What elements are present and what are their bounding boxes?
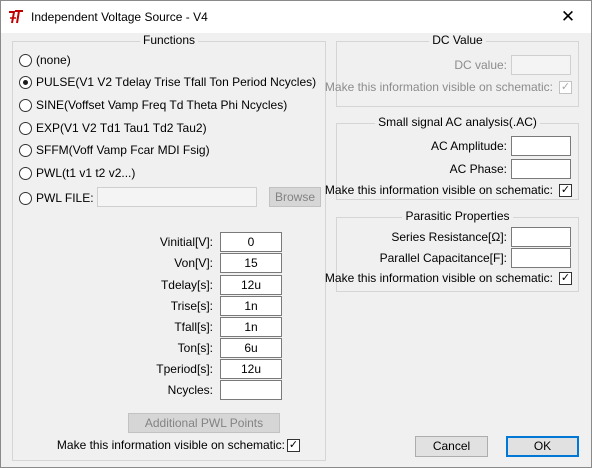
dc-visible-checkbox[interactable]: ✓: [559, 81, 572, 94]
param-label-trise: Trise[s]:: [170, 299, 213, 313]
param-label-ncycles: Ncycles:: [167, 383, 213, 397]
param-input-von[interactable]: 15: [220, 253, 282, 273]
ac-title: Small signal AC analysis(.AC): [375, 115, 540, 129]
radio-button[interactable]: [19, 191, 32, 205]
radio-pulse[interactable]: PULSE(V1 V2 Tdelay Trise Tfall Ton Perio…: [19, 74, 316, 90]
functions-title: Functions: [139, 33, 199, 47]
radio-button[interactable]: [19, 143, 32, 157]
cancel-button[interactable]: Cancel: [415, 436, 488, 457]
radio-button[interactable]: [19, 166, 32, 180]
dialog-body: Functions (none) PULSE(V1 V2 Tdelay Tris…: [1, 33, 591, 467]
radio-pwl[interactable]: PWL(t1 v1 t2 v2...): [19, 165, 135, 181]
functions-visible-checkbox[interactable]: ✓: [287, 439, 300, 452]
parallel-capacitance-input[interactable]: [511, 248, 571, 268]
ac-phase-input[interactable]: [511, 159, 571, 179]
param-label-von: Von[V]:: [174, 256, 213, 270]
param-input-tperiod[interactable]: 12u: [220, 359, 282, 379]
param-input-trise[interactable]: 1n: [220, 296, 282, 316]
dc-visible-label: Make this information visible on schemat…: [324, 80, 553, 94]
ltspice-icon: [9, 10, 23, 24]
radio-label: (none): [36, 53, 71, 67]
dialog-window: Independent Voltage Source - V4 ✕ Functi…: [0, 0, 592, 468]
parallel-capacitance-label: Parallel Capacitance[F]:: [379, 251, 507, 265]
param-input-ton[interactable]: 6u: [220, 338, 282, 358]
param-label-tperiod: Tperiod[s]:: [156, 362, 213, 376]
radio-button[interactable]: [19, 121, 32, 135]
series-resistance-input[interactable]: [511, 227, 571, 247]
pwl-file-input[interactable]: [97, 187, 257, 207]
functions-visible-label: Make this information visible on schemat…: [56, 438, 285, 452]
radio-none[interactable]: (none): [19, 52, 71, 68]
additional-pwl-points-button[interactable]: Additional PWL Points: [128, 413, 280, 433]
radio-label: PWL(t1 v1 t2 v2...): [36, 166, 136, 180]
parasitic-title: Parasitic Properties: [402, 209, 513, 223]
radio-label: SFFM(Voff Vamp Fcar MDI Fsig): [36, 143, 210, 157]
close-icon: ✕: [560, 7, 576, 26]
ac-visible-label: Make this information visible on schemat…: [324, 183, 553, 197]
parasitic-visible-label: Make this information visible on schemat…: [324, 271, 553, 285]
param-label-vinitial: Vinitial[V]:: [159, 235, 213, 249]
ac-amplitude-label: AC Amplitude:: [430, 139, 507, 153]
window-title: Independent Voltage Source - V4: [31, 10, 208, 24]
param-label-tdelay: Tdelay[s]:: [160, 278, 213, 292]
radio-pwl-file[interactable]: PWL FILE:: [19, 190, 94, 206]
radio-label: SINE(Voffset Vamp Freq Td Theta Phi Ncyc…: [36, 98, 288, 112]
title-bar: Independent Voltage Source - V4 ✕: [1, 1, 591, 33]
radio-button[interactable]: [19, 53, 32, 67]
radio-exp[interactable]: EXP(V1 V2 Td1 Tau1 Td2 Tau2): [19, 120, 207, 136]
ok-button[interactable]: OK: [506, 436, 579, 457]
param-input-vinitial[interactable]: 0: [220, 232, 282, 252]
radio-button[interactable]: [19, 75, 32, 89]
param-input-tfall[interactable]: 1n: [220, 317, 282, 337]
dc-value-label: DC value:: [454, 58, 507, 72]
radio-sine[interactable]: SINE(Voffset Vamp Freq Td Theta Phi Ncyc…: [19, 97, 287, 113]
radio-button[interactable]: [19, 98, 32, 112]
param-input-tdelay[interactable]: 12u: [220, 275, 282, 295]
param-input-ncycles[interactable]: [220, 380, 282, 400]
ac-phase-label: AC Phase:: [449, 162, 507, 176]
parasitic-visible-checkbox[interactable]: ✓: [559, 272, 572, 285]
radio-label: EXP(V1 V2 Td1 Tau1 Td2 Tau2): [36, 121, 207, 135]
ac-analysis-group: Small signal AC analysis(.AC) AC Amplitu…: [325, 115, 579, 200]
dc-value-group: DC Value DC value: Make this information…: [325, 33, 579, 107]
param-label-tfall: Tfall[s]:: [174, 320, 213, 334]
radio-label: PWL FILE:: [36, 191, 94, 205]
param-label-ton: Ton[s]:: [177, 341, 213, 355]
dc-value-input[interactable]: [511, 55, 571, 75]
close-button[interactable]: ✕: [545, 1, 591, 33]
ac-visible-checkbox[interactable]: ✓: [559, 184, 572, 197]
radio-sffm[interactable]: SFFM(Voff Vamp Fcar MDI Fsig): [19, 142, 210, 158]
parasitic-group: Parasitic Properties Series Resistance[Ω…: [325, 209, 579, 292]
functions-group: Functions (none) PULSE(V1 V2 Tdelay Tris…: [12, 33, 326, 461]
series-resistance-label: Series Resistance[Ω]:: [391, 230, 507, 244]
browse-button[interactable]: Browse: [269, 187, 321, 207]
radio-label: PULSE(V1 V2 Tdelay Trise Tfall Ton Perio…: [36, 75, 317, 89]
ac-amplitude-input[interactable]: [511, 136, 571, 156]
dc-title: DC Value: [429, 33, 486, 47]
